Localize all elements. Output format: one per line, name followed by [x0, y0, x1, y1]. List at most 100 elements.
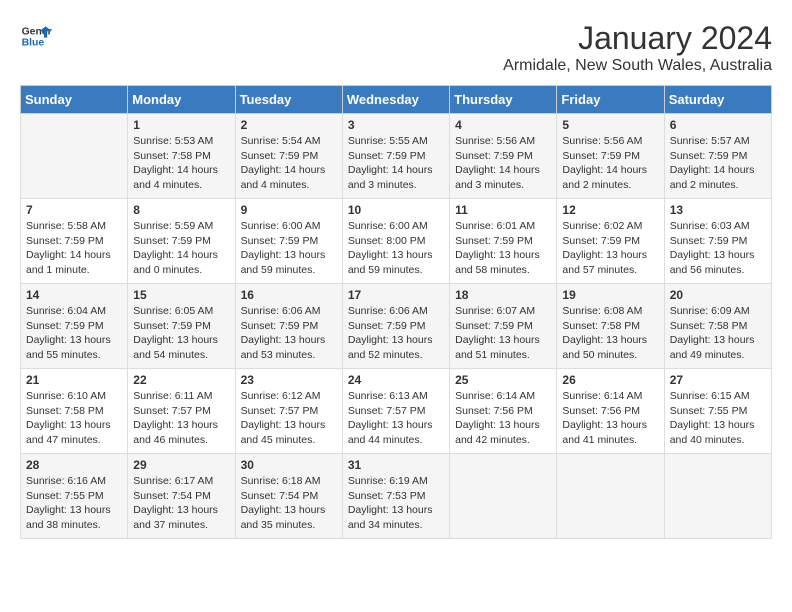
day-number: 19	[562, 288, 658, 302]
logo-icon: General Blue	[20, 20, 52, 52]
day-number: 9	[241, 203, 337, 217]
calendar-cell: 1 Sunrise: 5:53 AM Sunset: 7:58 PM Daylig…	[128, 114, 235, 199]
day-number: 18	[455, 288, 551, 302]
day-number: 15	[133, 288, 229, 302]
day-number: 26	[562, 373, 658, 387]
day-info: Sunrise: 6:01 AM Sunset: 7:59 PM Dayligh…	[455, 219, 551, 278]
calendar-week-row: 7 Sunrise: 5:58 AM Sunset: 7:59 PM Daylig…	[21, 199, 772, 284]
calendar-cell: 25 Sunrise: 6:14 AM Sunset: 7:56 PM Dayli…	[450, 369, 557, 454]
calendar-cell: 17 Sunrise: 6:06 AM Sunset: 7:59 PM Dayli…	[342, 284, 449, 369]
calendar-cell: 26 Sunrise: 6:14 AM Sunset: 7:56 PM Dayli…	[557, 369, 664, 454]
day-info: Sunrise: 6:03 AM Sunset: 7:59 PM Dayligh…	[670, 219, 766, 278]
day-number: 24	[348, 373, 444, 387]
day-number: 5	[562, 118, 658, 132]
day-info: Sunrise: 6:14 AM Sunset: 7:56 PM Dayligh…	[562, 389, 658, 448]
day-number: 23	[241, 373, 337, 387]
calendar-cell	[21, 114, 128, 199]
day-info: Sunrise: 5:59 AM Sunset: 7:59 PM Dayligh…	[133, 219, 229, 278]
column-header-saturday: Saturday	[664, 86, 771, 114]
day-info: Sunrise: 6:06 AM Sunset: 7:59 PM Dayligh…	[348, 304, 444, 363]
calendar-cell: 3Sunrise: 5:55 AM Sunset: 7:59 PM Daylig…	[342, 114, 449, 199]
day-number: 27	[670, 373, 766, 387]
calendar-cell: 29Sunrise: 6:17 AM Sunset: 7:54 PM Dayli…	[128, 454, 235, 539]
day-info: Sunrise: 6:16 AM Sunset: 7:55 PM Dayligh…	[26, 474, 122, 533]
calendar-cell: 27 Sunrise: 6:15 AM Sunset: 7:55 PM Dayli…	[664, 369, 771, 454]
calendar-header-row: SundayMondayTuesdayWednesdayThursdayFrid…	[21, 86, 772, 114]
day-info: Sunrise: 6:05 AM Sunset: 7:59 PM Dayligh…	[133, 304, 229, 363]
column-header-tuesday: Tuesday	[235, 86, 342, 114]
calendar-cell: 9 Sunrise: 6:00 AM Sunset: 7:59 PM Daylig…	[235, 199, 342, 284]
day-info: Sunrise: 6:10 AM Sunset: 7:58 PM Dayligh…	[26, 389, 122, 448]
day-number: 13	[670, 203, 766, 217]
day-number: 11	[455, 203, 551, 217]
day-number: 8	[133, 203, 229, 217]
calendar-cell: 2Sunrise: 5:54 AM Sunset: 7:59 PM Daylig…	[235, 114, 342, 199]
day-info: Sunrise: 5:56 AM Sunset: 7:59 PM Dayligh…	[455, 134, 551, 193]
column-header-monday: Monday	[128, 86, 235, 114]
day-info: Sunrise: 6:04 AM Sunset: 7:59 PM Dayligh…	[26, 304, 122, 363]
calendar-cell: 31Sunrise: 6:19 AM Sunset: 7:53 PM Dayli…	[342, 454, 449, 539]
day-number: 4	[455, 118, 551, 132]
day-info: Sunrise: 6:12 AM Sunset: 7:57 PM Dayligh…	[241, 389, 337, 448]
calendar-cell: 19 Sunrise: 6:08 AM Sunset: 7:58 PM Dayli…	[557, 284, 664, 369]
calendar-cell: 18 Sunrise: 6:07 AM Sunset: 7:59 PM Dayli…	[450, 284, 557, 369]
calendar-cell: 4 Sunrise: 5:56 AM Sunset: 7:59 PM Daylig…	[450, 114, 557, 199]
day-info: Sunrise: 5:58 AM Sunset: 7:59 PM Dayligh…	[26, 219, 122, 278]
day-number: 12	[562, 203, 658, 217]
day-info: Sunrise: 6:17 AM Sunset: 7:54 PM Dayligh…	[133, 474, 229, 533]
calendar-week-row: 28Sunrise: 6:16 AM Sunset: 7:55 PM Dayli…	[21, 454, 772, 539]
column-header-friday: Friday	[557, 86, 664, 114]
calendar-cell	[450, 454, 557, 539]
page-header: General Blue January 2024 Armidale, New …	[20, 20, 772, 75]
calendar-cell: 7 Sunrise: 5:58 AM Sunset: 7:59 PM Daylig…	[21, 199, 128, 284]
month-title: January 2024	[503, 20, 772, 57]
day-number: 17	[348, 288, 444, 302]
day-info: Sunrise: 5:54 AM Sunset: 7:59 PM Dayligh…	[241, 134, 337, 193]
title-block: January 2024 Armidale, New South Wales, …	[503, 20, 772, 75]
calendar-week-row: 14 Sunrise: 6:04 AM Sunset: 7:59 PM Dayli…	[21, 284, 772, 369]
day-number: 20	[670, 288, 766, 302]
calendar-cell: 30 Sunrise: 6:18 AM Sunset: 7:54 PM Dayli…	[235, 454, 342, 539]
calendar-cell: 6 Sunrise: 5:57 AM Sunset: 7:59 PM Daylig…	[664, 114, 771, 199]
calendar-cell: 5Sunrise: 5:56 AM Sunset: 7:59 PM Daylig…	[557, 114, 664, 199]
day-info: Sunrise: 5:53 AM Sunset: 7:58 PM Dayligh…	[133, 134, 229, 193]
day-info: Sunrise: 6:07 AM Sunset: 7:59 PM Dayligh…	[455, 304, 551, 363]
day-info: Sunrise: 6:08 AM Sunset: 7:58 PM Dayligh…	[562, 304, 658, 363]
calendar-cell: 11 Sunrise: 6:01 AM Sunset: 7:59 PM Dayli…	[450, 199, 557, 284]
calendar-cell: 16Sunrise: 6:06 AM Sunset: 7:59 PM Dayli…	[235, 284, 342, 369]
calendar-cell	[664, 454, 771, 539]
calendar-cell: 22 Sunrise: 6:11 AM Sunset: 7:57 PM Dayli…	[128, 369, 235, 454]
calendar-week-row: 1 Sunrise: 5:53 AM Sunset: 7:58 PM Daylig…	[21, 114, 772, 199]
day-number: 25	[455, 373, 551, 387]
day-number: 6	[670, 118, 766, 132]
day-info: Sunrise: 6:18 AM Sunset: 7:54 PM Dayligh…	[241, 474, 337, 533]
calendar-cell: 20 Sunrise: 6:09 AM Sunset: 7:58 PM Dayli…	[664, 284, 771, 369]
day-number: 22	[133, 373, 229, 387]
location-subtitle: Armidale, New South Wales, Australia	[503, 57, 772, 75]
calendar-cell: 13 Sunrise: 6:03 AM Sunset: 7:59 PM Dayli…	[664, 199, 771, 284]
calendar-cell: 8 Sunrise: 5:59 AM Sunset: 7:59 PM Daylig…	[128, 199, 235, 284]
day-info: Sunrise: 6:15 AM Sunset: 7:55 PM Dayligh…	[670, 389, 766, 448]
calendar-cell: 21 Sunrise: 6:10 AM Sunset: 7:58 PM Dayli…	[21, 369, 128, 454]
day-info: Sunrise: 6:19 AM Sunset: 7:53 PM Dayligh…	[348, 474, 444, 533]
day-info: Sunrise: 5:55 AM Sunset: 7:59 PM Dayligh…	[348, 134, 444, 193]
calendar-cell: 28Sunrise: 6:16 AM Sunset: 7:55 PM Dayli…	[21, 454, 128, 539]
column-header-sunday: Sunday	[21, 86, 128, 114]
column-header-wednesday: Wednesday	[342, 86, 449, 114]
calendar-week-row: 21 Sunrise: 6:10 AM Sunset: 7:58 PM Dayli…	[21, 369, 772, 454]
calendar-body: 1 Sunrise: 5:53 AM Sunset: 7:58 PM Daylig…	[21, 114, 772, 539]
day-info: Sunrise: 6:00 AM Sunset: 7:59 PM Dayligh…	[241, 219, 337, 278]
day-number: 7	[26, 203, 122, 217]
day-number: 14	[26, 288, 122, 302]
day-info: Sunrise: 6:11 AM Sunset: 7:57 PM Dayligh…	[133, 389, 229, 448]
day-info: Sunrise: 5:57 AM Sunset: 7:59 PM Dayligh…	[670, 134, 766, 193]
calendar-cell: 23 Sunrise: 6:12 AM Sunset: 7:57 PM Dayli…	[235, 369, 342, 454]
day-number: 1	[133, 118, 229, 132]
day-info: Sunrise: 6:14 AM Sunset: 7:56 PM Dayligh…	[455, 389, 551, 448]
day-info: Sunrise: 6:09 AM Sunset: 7:58 PM Dayligh…	[670, 304, 766, 363]
day-number: 30	[241, 458, 337, 472]
day-number: 10	[348, 203, 444, 217]
day-number: 21	[26, 373, 122, 387]
day-info: Sunrise: 6:06 AM Sunset: 7:59 PM Dayligh…	[241, 304, 337, 363]
logo: General Blue	[20, 20, 52, 52]
